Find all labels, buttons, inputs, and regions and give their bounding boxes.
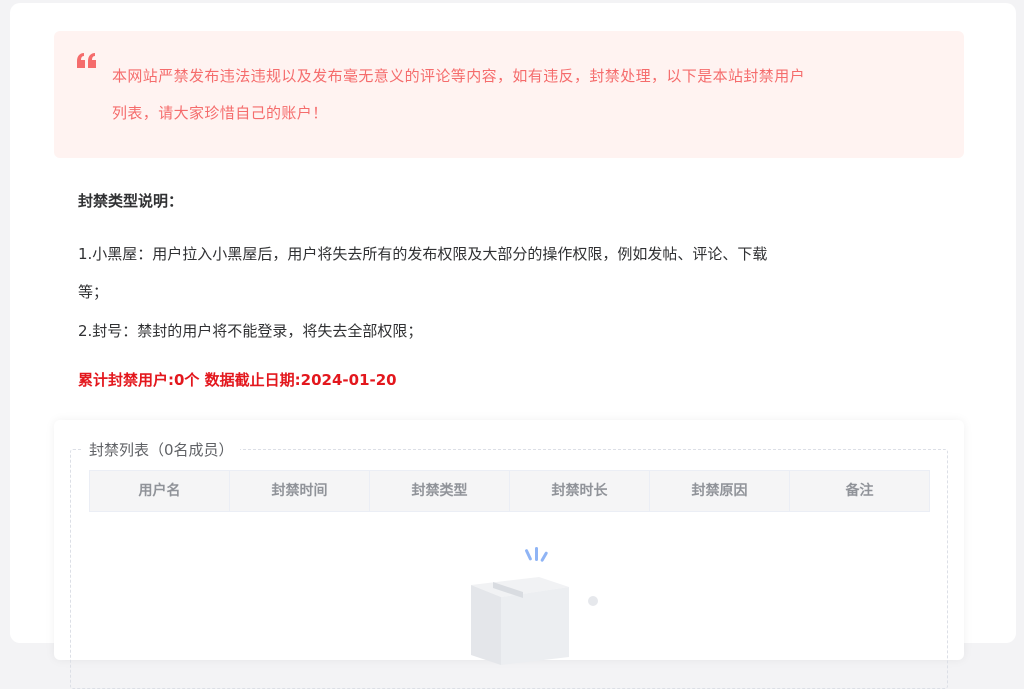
- ban-rule-blackroom-line-2: 等；: [78, 283, 109, 301]
- notice-line-2: 列表，请大家珍惜自己的账户！: [112, 104, 328, 122]
- ban-stats: 累计封禁用户:0个 数据截止日期:2024-01-20: [78, 371, 397, 389]
- notice-banner: 本网站严禁发布违法违规以及发布毫无意义的评论等内容，如有违反，封禁处理，以下是本…: [54, 31, 964, 158]
- quote-icon: [76, 52, 98, 70]
- column-header-remark[interactable]: 备注: [790, 471, 929, 511]
- column-header-ban-type[interactable]: 封禁类型: [370, 471, 510, 511]
- ban-list-panel: 封禁列表（0名成员） 用户名 封禁时间 封禁类型 封禁时长 封禁原因 备注: [54, 420, 964, 689]
- ban-rule-account: 2.封号：禁封的用户将不能登录，将失去全部权限；: [78, 322, 423, 340]
- notice-text: 本网站严禁发布违法违规以及发布毫无意义的评论等内容，如有违反，封禁处理，以下是本…: [112, 58, 942, 132]
- ban-list-fieldset: 封禁列表（0名成员） 用户名 封禁时间 封禁类型 封禁时长 封禁原因 备注: [70, 438, 948, 689]
- ban-types-heading: 封禁类型说明：: [78, 192, 184, 210]
- column-header-username[interactable]: 用户名: [90, 471, 230, 511]
- column-header-ban-time[interactable]: 封禁时间: [230, 471, 370, 511]
- ban-rule-blackroom: 1.小黑屋：用户拉入小黑屋后，用户将失去所有的发布权限及大部分的操作权限，例如发…: [78, 235, 938, 311]
- ban-rule-blackroom-line-1: 1.小黑屋：用户拉入小黑屋后，用户将失去所有的发布权限及大部分的操作权限，例如发…: [78, 245, 768, 263]
- notice-line-1: 本网站严禁发布违法违规以及发布毫无意义的评论等内容，如有违反，封禁处理，以下是本…: [112, 67, 806, 85]
- ban-table-header: 用户名 封禁时间 封禁类型 封禁时长 封禁原因 备注: [89, 470, 930, 512]
- ban-list-legend: 封禁列表（0名成员）: [83, 438, 240, 462]
- column-header-ban-duration[interactable]: 封禁时长: [510, 471, 650, 511]
- column-header-ban-reason[interactable]: 封禁原因: [650, 471, 790, 511]
- empty-box-icon: [441, 545, 601, 665]
